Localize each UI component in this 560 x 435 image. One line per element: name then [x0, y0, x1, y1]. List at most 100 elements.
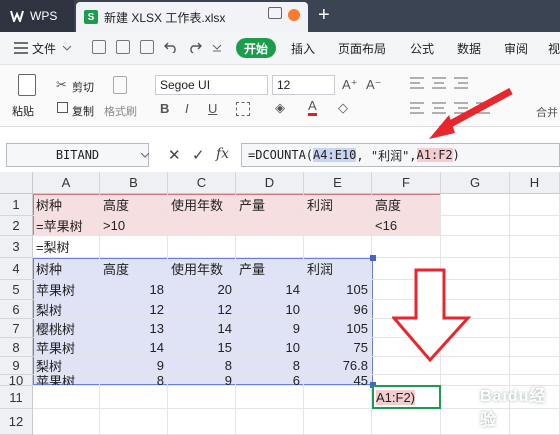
cell[interactable]: 高度: [100, 194, 168, 216]
column-header[interactable]: B: [100, 172, 168, 194]
font-size-select[interactable]: 12: [272, 75, 335, 95]
cell[interactable]: 樱桃树: [33, 319, 100, 338]
grid-cell[interactable]: [441, 236, 510, 258]
grid-cell[interactable]: [510, 300, 560, 319]
cell[interactable]: 8: [168, 357, 236, 375]
grid-cell[interactable]: [441, 194, 510, 216]
grid-cell[interactable]: [510, 338, 560, 357]
grid-cell[interactable]: [304, 216, 372, 236]
row-header[interactable]: 12: [0, 409, 33, 435]
grid-cell[interactable]: [304, 236, 372, 258]
row-header[interactable]: 8: [0, 338, 33, 357]
column-header[interactable]: D: [236, 172, 304, 194]
cell[interactable]: 苹果树: [33, 280, 100, 300]
cell[interactable]: 96: [304, 300, 372, 319]
grid-cell[interactable]: [100, 409, 168, 435]
cell[interactable]: 树种: [33, 194, 100, 216]
fill-color-icon[interactable]: ◈: [275, 100, 285, 116]
column-header[interactable]: E: [304, 172, 372, 194]
row-header[interactable]: 5: [0, 280, 33, 300]
cell[interactable]: =梨树: [33, 236, 100, 258]
wps-home-tab[interactable]: WPS: [0, 0, 74, 32]
cell[interactable]: 9: [100, 357, 168, 375]
cell[interactable]: 梨树: [33, 357, 100, 375]
row-header[interactable]: 3: [0, 236, 33, 258]
grid-cell[interactable]: [168, 216, 236, 236]
name-box[interactable]: BITAND: [6, 143, 149, 167]
cell[interactable]: 45: [304, 375, 372, 386]
insert-function-icon[interactable]: fx: [216, 146, 229, 162]
copy-label[interactable]: 复制: [72, 103, 94, 119]
print-preview-icon[interactable]: [140, 40, 154, 54]
grid-cell[interactable]: [304, 409, 372, 435]
cell[interactable]: 105: [304, 280, 372, 300]
column-header[interactable]: G: [441, 172, 510, 194]
cut-label[interactable]: 剪切: [72, 79, 94, 95]
cell[interactable]: 14: [168, 319, 236, 338]
increase-font-icon[interactable]: A⁺: [342, 77, 358, 93]
tab-insert[interactable]: 插入: [291, 41, 315, 57]
grid-cell[interactable]: [510, 319, 560, 338]
column-header[interactable]: C: [168, 172, 236, 194]
grid-cell[interactable]: [304, 386, 372, 409]
format-painter-label[interactable]: 格式刷: [104, 103, 137, 119]
grid-cell[interactable]: [510, 236, 560, 258]
row-header[interactable]: 6: [0, 300, 33, 319]
copy-icon[interactable]: [57, 102, 68, 113]
grid-cell[interactable]: [33, 409, 100, 435]
column-header[interactable]: F: [372, 172, 441, 194]
decrease-font-icon[interactable]: A⁻: [366, 77, 382, 93]
menu-file[interactable]: 文件: [32, 41, 56, 57]
cell[interactable]: 6: [236, 375, 304, 386]
tab-page-layout[interactable]: 页面布局: [338, 41, 386, 57]
row-header[interactable]: 1: [0, 194, 33, 216]
grid-cell[interactable]: [510, 258, 560, 280]
column-header[interactable]: H: [510, 172, 560, 194]
cell[interactable]: 苹果树: [33, 338, 100, 357]
cell[interactable]: 13: [100, 319, 168, 338]
cell[interactable]: 18: [100, 280, 168, 300]
border-icon[interactable]: [236, 102, 250, 116]
cell[interactable]: 产量: [236, 194, 304, 216]
row-header[interactable]: 11: [0, 386, 33, 409]
merge-center-label[interactable]: 合并: [536, 104, 558, 120]
confirm-icon[interactable]: ✓: [192, 146, 205, 164]
cell[interactable]: 12: [100, 300, 168, 319]
cell[interactable]: >10: [100, 216, 168, 236]
customize-dropdown-icon[interactable]: [212, 44, 222, 52]
cell[interactable]: 76.8: [304, 357, 372, 375]
row-header[interactable]: 2: [0, 216, 33, 236]
cell[interactable]: 12: [168, 300, 236, 319]
grid-cell[interactable]: [168, 409, 236, 435]
scissors-icon[interactable]: ✂: [56, 77, 67, 93]
cell[interactable]: 苹果树: [33, 375, 100, 386]
grid-cell[interactable]: [441, 216, 510, 236]
tab-start[interactable]: 开始: [236, 38, 276, 58]
grid-cell[interactable]: [236, 409, 304, 435]
cell[interactable]: 9: [236, 319, 304, 338]
cell[interactable]: 9: [168, 375, 236, 386]
undo-icon[interactable]: [164, 41, 178, 53]
cell[interactable]: 75: [304, 338, 372, 357]
row-header[interactable]: 7: [0, 319, 33, 338]
grid-cell[interactable]: [510, 280, 560, 300]
cell[interactable]: <16: [372, 216, 441, 236]
cell[interactable]: 树种: [33, 258, 100, 280]
bold-icon[interactable]: B: [160, 101, 169, 116]
grid-cell[interactable]: [372, 236, 441, 258]
cell[interactable]: 使用年数: [168, 258, 236, 280]
font-color-icon[interactable]: A: [308, 99, 317, 116]
cell[interactable]: 高度: [372, 194, 441, 216]
print-icon[interactable]: [116, 40, 130, 54]
grid-cell[interactable]: [236, 236, 304, 258]
cancel-icon[interactable]: ✕: [168, 146, 181, 164]
italic-icon[interactable]: I: [185, 101, 189, 116]
grid-cell[interactable]: [510, 357, 560, 375]
cell[interactable]: =苹果树: [33, 216, 100, 236]
cell[interactable]: 产量: [236, 258, 304, 280]
active-cell[interactable]: A1:F2): [372, 385, 441, 409]
paste-label[interactable]: 粘贴: [12, 103, 34, 119]
grid-cell[interactable]: [168, 236, 236, 258]
format-painter-icon[interactable]: [113, 76, 127, 94]
grid-cell[interactable]: [372, 409, 441, 435]
